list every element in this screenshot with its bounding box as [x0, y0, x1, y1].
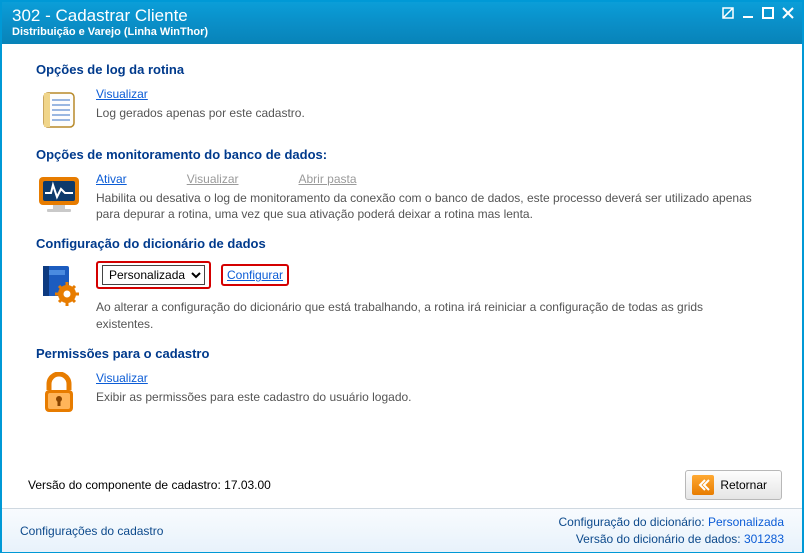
content-area: Opções de log da rotina Visualizar Log g… [2, 44, 802, 508]
configurar-highlight: Configurar [221, 264, 289, 286]
monitor-ativar-link[interactable]: Ativar [96, 172, 127, 186]
status-config-label: Configuração do dicionário: [559, 515, 708, 529]
section-monitor: Opções de monitoramento do banco de dado… [36, 147, 778, 222]
minimize-icon[interactable] [742, 6, 754, 22]
section-permissoes-title: Permissões para o cadastro [36, 346, 778, 361]
status-right: Configuração do dicionário: Personalizad… [559, 514, 785, 548]
monitor-visualizar-link: Visualizar [187, 172, 239, 186]
chevron-left-icon [692, 475, 714, 495]
dicionario-desc: Ao alterar a configuração do dicionário … [96, 299, 756, 331]
versao-componente: Versão do componente de cadastro: 17.03.… [28, 478, 271, 492]
status-versao-value: 301283 [744, 532, 784, 546]
statusbar: Configurações do cadastro Configuração d… [2, 508, 802, 552]
section-dicionario: Configuração do dicionário de dados [36, 236, 778, 331]
section-log-title: Opções de log da rotina [36, 62, 778, 77]
dicionario-select[interactable]: Personalizada [102, 265, 205, 285]
log-visualizar-link[interactable]: Visualizar [96, 87, 148, 101]
log-desc: Log gerados apenas por este cadastro. [96, 105, 305, 121]
titlebar: 302 - Cadastrar Cliente Distribuição e V… [2, 2, 802, 44]
close-icon[interactable] [782, 6, 794, 22]
book-gear-icon [36, 261, 82, 307]
notepad-icon [36, 87, 82, 133]
bottom-bar: Versão do componente de cadastro: 17.03.… [2, 464, 802, 508]
section-permissoes: Permissões para o cadastro Visualizar Ex… [36, 346, 778, 417]
monitor-icon [36, 172, 82, 218]
section-dicionario-title: Configuração do dicionário de dados [36, 236, 778, 251]
versao-componente-value: 17.03.00 [224, 478, 271, 492]
window-title: 302 - Cadastrar Cliente [12, 6, 792, 26]
monitor-abrirpasta-link: Abrir pasta [299, 172, 357, 186]
section-monitor-title: Opções de monitoramento do banco de dado… [36, 147, 778, 162]
restore-icon[interactable] [722, 6, 734, 22]
section-log: Opções de log da rotina Visualizar Log g… [36, 62, 778, 133]
permissoes-desc: Exibir as permissões para este cadastro … [96, 389, 412, 405]
window-subtitle: Distribuição e Varejo (Linha WinThor) [12, 26, 792, 38]
status-config-value: Personalizada [708, 515, 784, 529]
status-left: Configurações do cadastro [20, 524, 163, 538]
retornar-label: Retornar [720, 478, 767, 492]
monitor-desc: Habilita ou desativa o log de monitorame… [96, 190, 756, 222]
permissoes-visualizar-link[interactable]: Visualizar [96, 371, 148, 385]
maximize-icon[interactable] [762, 6, 774, 22]
dicionario-select-highlight: Personalizada [96, 261, 211, 289]
retornar-button[interactable]: Retornar [685, 470, 782, 500]
configurar-link[interactable]: Configurar [227, 268, 283, 282]
lock-icon [36, 371, 82, 417]
versao-componente-label: Versão do componente de cadastro: [28, 478, 224, 492]
status-versao-label: Versão do dicionário de dados: [576, 532, 744, 546]
